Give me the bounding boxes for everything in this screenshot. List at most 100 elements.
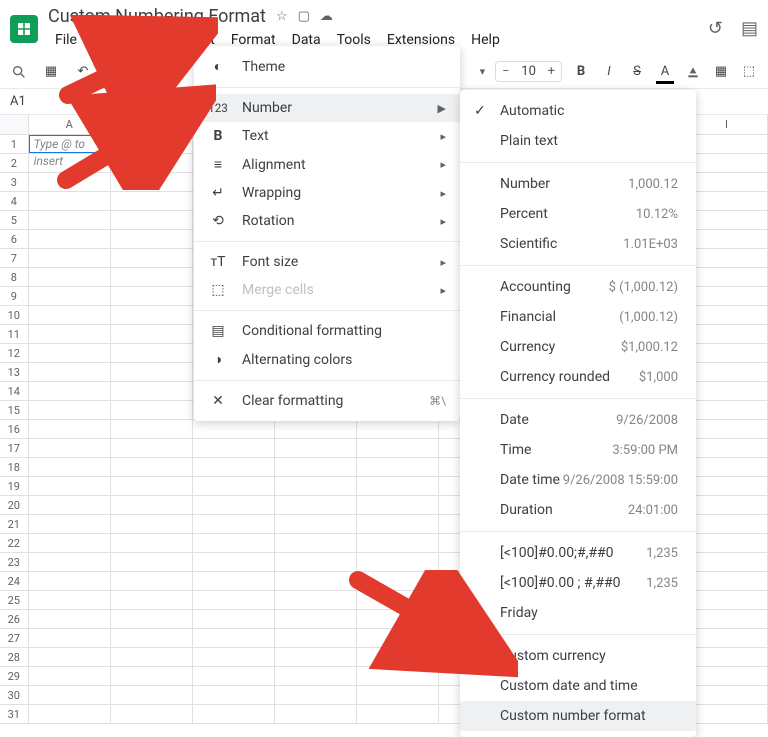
- cell[interactable]: [111, 610, 193, 628]
- number-item[interactable]: Number1,000.12: [460, 169, 696, 199]
- cell[interactable]: [357, 534, 439, 552]
- cell[interactable]: [29, 686, 111, 704]
- cell[interactable]: [686, 534, 768, 552]
- cell[interactable]: [275, 610, 357, 628]
- cell[interactable]: [686, 515, 768, 533]
- cell[interactable]: [29, 496, 111, 514]
- cell[interactable]: [686, 287, 768, 305]
- cell[interactable]: [357, 629, 439, 647]
- number-item-plain-text[interactable]: Plain text: [460, 126, 696, 156]
- cell[interactable]: [193, 667, 275, 685]
- cell[interactable]: [275, 648, 357, 666]
- cell[interactable]: [111, 401, 193, 419]
- move-folder-icon[interactable]: ▢: [298, 9, 310, 24]
- cell[interactable]: [29, 439, 111, 457]
- cell[interactable]: [111, 230, 193, 248]
- history-icon[interactable]: ↺: [708, 18, 723, 39]
- cell[interactable]: [111, 363, 193, 381]
- cell[interactable]: [275, 458, 357, 476]
- cell[interactable]: [193, 629, 275, 647]
- cell[interactable]: [111, 686, 193, 704]
- cell[interactable]: [111, 515, 193, 533]
- cell[interactable]: [29, 705, 111, 723]
- cell[interactable]: [111, 553, 193, 571]
- doc-title[interactable]: Custom Numbering Format: [48, 6, 266, 27]
- cell[interactable]: [275, 705, 357, 723]
- cell[interactable]: [686, 553, 768, 571]
- cell[interactable]: [29, 382, 111, 400]
- cell[interactable]: [111, 591, 193, 609]
- cell[interactable]: [29, 344, 111, 362]
- cell[interactable]: [111, 458, 193, 476]
- cell[interactable]: [686, 477, 768, 495]
- cell[interactable]: [193, 534, 275, 552]
- cell[interactable]: [193, 477, 275, 495]
- cell[interactable]: [686, 268, 768, 286]
- row-header[interactable]: 31: [0, 705, 29, 723]
- cell[interactable]: [686, 401, 768, 419]
- cell[interactable]: [111, 287, 193, 305]
- cell[interactable]: [111, 667, 193, 685]
- cell[interactable]: [111, 648, 193, 666]
- cell[interactable]: [111, 496, 193, 514]
- cell[interactable]: [686, 572, 768, 590]
- sheets-logo-icon[interactable]: [10, 15, 38, 43]
- cell[interactable]: [111, 211, 193, 229]
- row-header[interactable]: 7: [0, 249, 29, 267]
- cell[interactable]: [275, 667, 357, 685]
- cell[interactable]: [29, 458, 111, 476]
- cell[interactable]: [275, 572, 357, 590]
- cell[interactable]: [29, 268, 111, 286]
- menu-item-number[interactable]: 123 Number ▶: [194, 94, 460, 122]
- cell[interactable]: Type @ to insert: [29, 135, 111, 153]
- cell[interactable]: [111, 325, 193, 343]
- cell[interactable]: [686, 306, 768, 324]
- row-header[interactable]: 17: [0, 439, 29, 457]
- cell[interactable]: [193, 610, 275, 628]
- cell[interactable]: [275, 420, 357, 438]
- cell[interactable]: [29, 363, 111, 381]
- cell[interactable]: [29, 401, 111, 419]
- cell[interactable]: [357, 515, 439, 533]
- cell[interactable]: [193, 496, 275, 514]
- row-header[interactable]: 12: [0, 344, 29, 362]
- row-header[interactable]: 26: [0, 610, 29, 628]
- cell[interactable]: [357, 496, 439, 514]
- cell[interactable]: [111, 705, 193, 723]
- cell[interactable]: [275, 534, 357, 552]
- cell[interactable]: [686, 135, 768, 153]
- comment-icon[interactable]: ▤: [741, 18, 758, 39]
- redo-icon[interactable]: ↷: [106, 63, 124, 81]
- cell[interactable]: [29, 534, 111, 552]
- menu-item-font-size[interactable]: тT Font size ▸: [194, 248, 460, 276]
- row-header[interactable]: 5: [0, 211, 29, 229]
- name-box[interactable]: A1: [6, 92, 56, 111]
- cell[interactable]: [686, 667, 768, 685]
- cell[interactable]: [29, 192, 111, 210]
- cell[interactable]: [357, 553, 439, 571]
- cell[interactable]: [357, 705, 439, 723]
- cell[interactable]: [111, 572, 193, 590]
- cell[interactable]: [29, 211, 111, 229]
- bold-button[interactable]: B: [572, 63, 590, 81]
- cell[interactable]: [193, 553, 275, 571]
- cell[interactable]: [111, 382, 193, 400]
- cell[interactable]: [111, 344, 193, 362]
- cell[interactable]: [357, 648, 439, 666]
- cell[interactable]: [193, 572, 275, 590]
- cell[interactable]: [193, 591, 275, 609]
- cell[interactable]: [29, 287, 111, 305]
- cell[interactable]: [686, 344, 768, 362]
- cell[interactable]: [686, 363, 768, 381]
- row-header[interactable]: 4: [0, 192, 29, 210]
- cell[interactable]: [686, 591, 768, 609]
- cell[interactable]: [111, 173, 193, 191]
- cell[interactable]: [29, 306, 111, 324]
- cell[interactable]: [111, 477, 193, 495]
- col-header[interactable]: I: [686, 115, 768, 134]
- borders-button[interactable]: ▦: [712, 63, 730, 81]
- cell[interactable]: [111, 249, 193, 267]
- cell[interactable]: [357, 667, 439, 685]
- undo-icon[interactable]: ↶: [74, 63, 92, 81]
- number-item[interactable]: Accounting$ (1,000.12): [460, 272, 696, 302]
